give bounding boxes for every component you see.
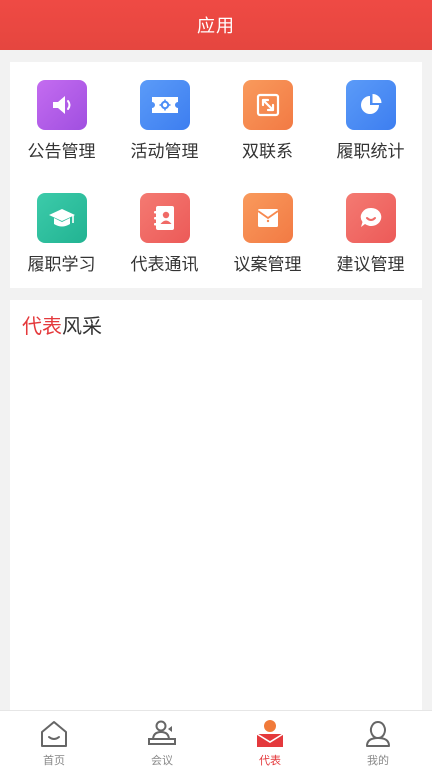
app-label: 代表通讯: [130, 255, 199, 275]
chat-bubble-icon: [345, 193, 396, 243]
app-suggestion-management[interactable]: 建议管理: [319, 175, 422, 288]
app-announcement-management[interactable]: 公告管理: [10, 62, 113, 175]
pie-chart-icon: [345, 80, 396, 130]
profile-icon: [361, 717, 395, 751]
bottom-tab-bar: 首页 会议 代表 我的: [0, 710, 432, 768]
tab-representative[interactable]: 代表: [216, 711, 324, 768]
tab-label: 代表: [259, 754, 281, 767]
app-grid-panel: 公告管理 活动管理 双联系 履职统计 履职学习 代表通讯 议案管理 建议管理: [10, 62, 422, 288]
app-label: 公告管理: [27, 142, 96, 162]
app-activity-management[interactable]: 活动管理: [113, 62, 216, 175]
app-duty-statistics[interactable]: 履职统计: [319, 62, 422, 175]
representative-showcase-panel: 代表风采: [10, 300, 422, 710]
app-label: 履职统计: [336, 142, 405, 162]
app-duty-learning[interactable]: 履职学习: [10, 175, 113, 288]
home-icon: [37, 717, 71, 751]
speaker-icon: [36, 80, 87, 130]
tab-profile[interactable]: 我的: [324, 711, 432, 768]
ticket-icon: [139, 80, 190, 130]
app-label: 建议管理: [336, 255, 405, 275]
tab-label: 首页: [43, 754, 65, 767]
app-motion-management[interactable]: 议案管理: [216, 175, 319, 288]
address-book-icon: [139, 193, 190, 243]
expand-icon: [242, 80, 293, 130]
app-representative-contacts[interactable]: 代表通讯: [113, 175, 216, 288]
graduation-cap-icon: [36, 193, 87, 243]
tab-label: 我的: [367, 754, 389, 767]
app-label: 议案管理: [233, 255, 302, 275]
section-title: 代表风采: [22, 310, 102, 339]
app-label: 双联系: [242, 142, 293, 162]
section-title-accent: 代表: [22, 314, 62, 338]
section-title-rest: 风采: [62, 314, 102, 338]
app-dual-contact[interactable]: 双联系: [216, 62, 319, 175]
app-label: 活动管理: [130, 142, 199, 162]
tab-label: 会议: [151, 754, 173, 767]
representative-icon: [253, 717, 287, 751]
app-label: 履职学习: [27, 255, 96, 275]
meeting-icon: [145, 717, 179, 751]
envelope-icon: [242, 193, 293, 243]
page-title: 应用: [197, 16, 235, 37]
tab-home[interactable]: 首页: [0, 711, 108, 768]
tab-meeting[interactable]: 会议: [108, 711, 216, 768]
app-header: 应用: [0, 0, 432, 50]
